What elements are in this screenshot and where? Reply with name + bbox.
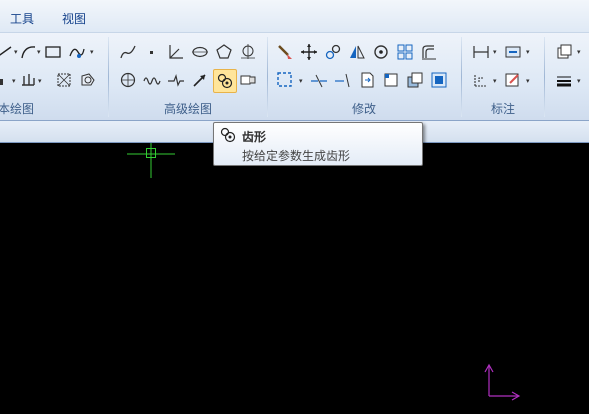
- tooltip-description: 按给定参数生成齿形: [242, 149, 351, 163]
- stretch-tool-icon[interactable]: [381, 70, 401, 90]
- scale-tool-icon[interactable]: [357, 70, 377, 90]
- point-tool-icon[interactable]: [0, 70, 12, 90]
- group-modify: ▾ 修改: [268, 33, 461, 120]
- move-tool-icon[interactable]: [299, 42, 319, 62]
- centerline-tool-icon[interactable]: [238, 42, 258, 62]
- arrow-tool-icon[interactable]: [190, 70, 210, 90]
- tooltip-gear-profile: 齿形 按给定参数生成齿形: [213, 122, 423, 166]
- dot-tool-icon[interactable]: [142, 42, 162, 62]
- trim-tool-icon[interactable]: [309, 70, 329, 90]
- angle-line-tool-icon[interactable]: [166, 42, 186, 62]
- offset-tool-icon[interactable]: [419, 42, 439, 62]
- linear-dimension-icon[interactable]: [471, 42, 491, 62]
- coordinate-dimension-icon[interactable]: [471, 70, 491, 90]
- group-label-modify: 修改: [352, 102, 377, 116]
- group-label-dimension: 标注: [491, 102, 516, 116]
- mirror-tool-icon[interactable]: [347, 42, 367, 62]
- select-region-tool-icon[interactable]: [275, 70, 295, 90]
- arc-tool-icon[interactable]: [18, 42, 38, 62]
- polyline-tool-icon[interactable]: [118, 42, 138, 62]
- group-dimension: ▾ ▾ ▾ ▾ 标注: [462, 33, 544, 120]
- lineweight-tool-icon[interactable]: [554, 70, 574, 90]
- chevron-down-icon[interactable]: ▾: [526, 78, 532, 85]
- chevron-down-icon[interactable]: ▾: [493, 78, 499, 85]
- delete-tool-icon[interactable]: [275, 42, 295, 62]
- line-tool-icon[interactable]: [0, 42, 14, 62]
- chevron-down-icon[interactable]: ▾: [577, 49, 583, 56]
- group-advanced-draw: 高级绘图: [109, 33, 267, 120]
- ribbon-panel: ▾ ▾ ▾ ▾ ▾ 本绘图 高级绘图 ▾ 修改 ▾ ▾ ▾ ▾ 标注 ▾ ▾: [0, 33, 589, 121]
- crosshair-cursor-icon: [127, 143, 175, 178]
- polygon-tool-icon[interactable]: [214, 42, 234, 62]
- edit-text-icon[interactable]: [503, 70, 523, 90]
- group-basic-draw: ▾ ▾ ▾ ▾ ▾ 本绘图: [0, 33, 108, 120]
- tooltip-title: 齿形: [242, 130, 267, 144]
- drawing-canvas[interactable]: [0, 143, 589, 414]
- grid-rect-tool-icon[interactable]: [54, 70, 74, 90]
- chamfer-tool-icon[interactable]: [405, 70, 425, 90]
- wave-line-tool-icon[interactable]: [142, 70, 162, 90]
- array-tool-icon[interactable]: [395, 42, 415, 62]
- break-line-tool-icon[interactable]: [166, 70, 186, 90]
- chevron-down-icon[interactable]: ▾: [577, 78, 583, 85]
- chevron-down-icon[interactable]: ▾: [493, 49, 499, 56]
- chevron-down-icon[interactable]: ▾: [90, 49, 96, 56]
- circle-center-tool-icon[interactable]: [118, 70, 138, 90]
- gear-profile-tool-icon[interactable]: [213, 69, 237, 93]
- copy-tool-icon[interactable]: [323, 42, 343, 62]
- dimension-style-icon[interactable]: [503, 42, 523, 62]
- hatch-tool-icon[interactable]: [18, 70, 38, 90]
- rectangle-tool-icon[interactable]: [43, 42, 63, 62]
- extend-tool-icon[interactable]: [333, 70, 353, 90]
- fillet-tool-icon[interactable]: [429, 70, 449, 90]
- spline-tool-icon[interactable]: [67, 42, 87, 62]
- chevron-down-icon[interactable]: ▾: [299, 78, 305, 85]
- ucs-axis-icon: [484, 363, 521, 401]
- menu-bar: 工具 视图: [0, 0, 589, 33]
- ellipse-tool-icon[interactable]: [190, 42, 210, 62]
- group-label-basic-draw: 本绘图: [0, 102, 35, 116]
- group-properties-partial: ▾ ▾: [545, 33, 589, 120]
- hole-axis-tool-icon[interactable]: [238, 70, 258, 90]
- group-label-advanced-draw: 高级绘图: [164, 102, 213, 116]
- region-tool-icon[interactable]: [78, 70, 98, 90]
- chevron-down-icon[interactable]: ▾: [526, 49, 532, 56]
- chevron-down-icon[interactable]: ▾: [38, 78, 44, 85]
- gear-profile-icon: [219, 127, 237, 143]
- menu-view[interactable]: 视图: [62, 10, 86, 27]
- layer-tool-icon[interactable]: [554, 42, 574, 62]
- menu-tools[interactable]: 工具: [10, 10, 34, 27]
- rotate-tool-icon[interactable]: [371, 42, 391, 62]
